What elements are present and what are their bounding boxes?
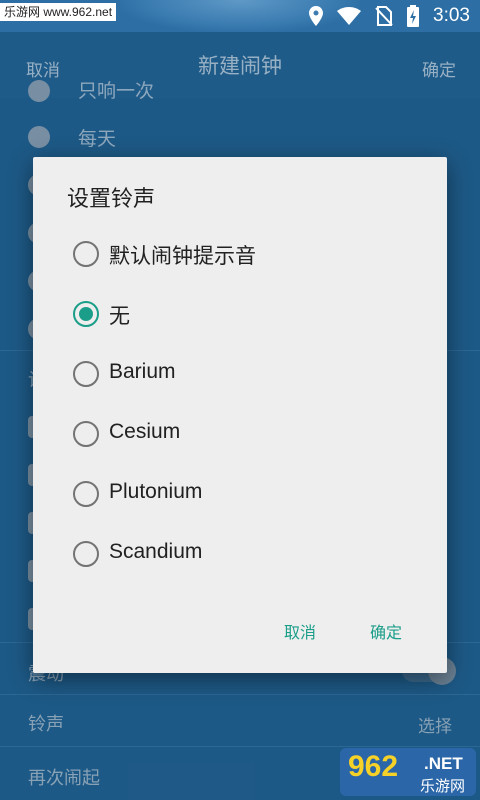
ringtone-option-default[interactable]: 默认闹钟提示音: [33, 225, 447, 283]
location-icon: [309, 6, 324, 26]
ringtone-option-label: Scandium: [109, 540, 203, 563]
site-logo-watermark: 962 .NET 乐游网: [340, 748, 476, 796]
ringtone-option-label: Plutonium: [109, 480, 203, 503]
dialog-confirm-button[interactable]: 确定: [370, 619, 402, 643]
radio-button-icon[interactable]: [73, 481, 99, 507]
ringtone-option-label: Barium: [109, 360, 176, 383]
radio-button-checked-icon[interactable]: [73, 301, 99, 327]
ringtone-option-plutonium[interactable]: Plutonium: [33, 465, 447, 523]
radio-button-icon[interactable]: [73, 361, 99, 387]
ringtone-option-scandium[interactable]: Scandium: [33, 525, 447, 583]
radio-button-icon[interactable]: [73, 541, 99, 567]
no-sim-icon: [375, 6, 393, 26]
logo-net: .NET: [424, 754, 463, 773]
battery-charging-icon: [407, 5, 420, 27]
ringtone-option-none[interactable]: 无: [33, 285, 447, 343]
dialog-title: 设置铃声: [67, 187, 156, 212]
status-icons: 3:03: [309, 5, 470, 27]
ringtone-option-label: Cesium: [109, 420, 181, 443]
status-bar: 乐游网 www.962.net 3:03: [0, 0, 480, 32]
logo-chinese: 乐游网: [420, 777, 466, 795]
radio-button-icon[interactable]: [73, 241, 99, 267]
ringtone-option-label: 默认闹钟提示音: [109, 244, 256, 268]
status-time: 3:03: [433, 5, 470, 26]
dialog-cancel-button[interactable]: 取消: [284, 619, 316, 643]
ringtone-dialog: 设置铃声 默认闹钟提示音 无 Barium Cesium Plutonium S…: [33, 157, 447, 673]
logo-number: 962: [348, 750, 399, 783]
ringtone-option-label: 无: [109, 304, 130, 328]
ringtone-option-barium[interactable]: Barium: [33, 345, 447, 403]
wifi-icon: [337, 7, 362, 25]
ringtone-option-cesium[interactable]: Cesium: [33, 405, 447, 463]
radio-button-icon[interactable]: [73, 421, 99, 447]
site-watermark: 乐游网 www.962.net: [0, 3, 117, 21]
